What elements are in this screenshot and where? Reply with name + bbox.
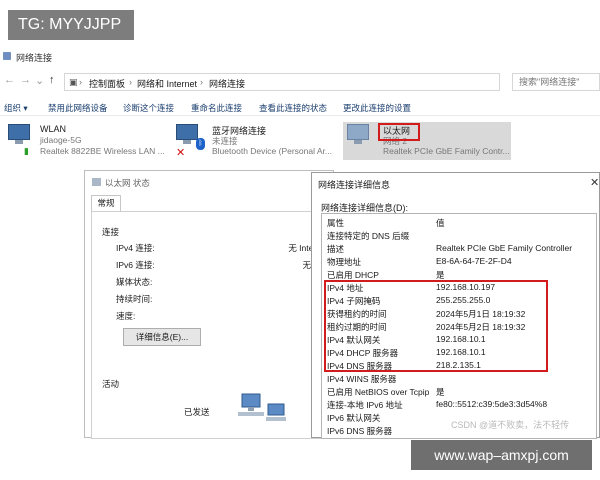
disable-device-button[interactable]: 禁用此网络设备 [48,102,108,114]
column-header-value: 值 [436,218,445,228]
breadcrumb-network-internet[interactable]: 网络和 Internet [137,77,197,90]
table-row: 连接特定的 DNS 后缀 [327,231,410,241]
watermark-bottom: www.wap–amxpj.com [411,440,592,470]
media-state-label: 媒体状态: [116,277,153,287]
dialog-title: 网络连接详细信息 [318,180,391,190]
network-status-icon [92,178,101,186]
details-button[interactable]: 详细信息(E)... [123,328,201,346]
breadcrumb-separator: › [79,77,82,87]
signal-bars-icon: ▮ [24,146,29,156]
title-bar: 网络连接 [0,46,600,66]
back-arrow-icon[interactable]: ← [4,74,15,86]
disconnected-x-icon: ✕ [176,147,186,159]
command-bar: 组织 ▾ 禁用此网络设备 诊断这个连接 重命名此连接 查看此连接的状态 更改此连… [0,98,600,116]
diagnose-button[interactable]: 诊断这个连接 [123,102,174,114]
watermark-csdn: CSDN @道不败卖，法不轻传 [451,420,570,430]
general-panel: 连接 IPv4 连接: 无 Internet IPv6 连接: 无网络 媒体状态… [91,211,329,439]
adapter-network: jidaoge-5G [40,135,82,145]
close-icon[interactable]: ✕ [590,176,599,189]
activity-header: 活动 [102,379,120,389]
adapter-bluetooth[interactable]: ✕ ᛒ 蓝牙网络连接 未连接 Bluetooth Device (Persona… [174,122,342,160]
connection-header: 连接 [102,227,120,237]
rename-button[interactable]: 重命名此连接 [191,102,242,114]
highlight-ip-info-box [324,280,548,372]
bluetooth-icon: ᛒ [196,138,205,150]
network-folder-icon [3,52,11,60]
ipv6-connectivity-label: IPv6 连接: [116,260,155,270]
change-settings-button[interactable]: 更改此连接的设置 [343,102,411,114]
breadcrumb-separator: › [129,77,132,87]
adapter-name: WLAN [40,124,67,134]
network-activity-icon [238,393,286,421]
duration-label: 持续时间: [116,294,153,304]
network-details-dialog: 网络连接详细信息 ✕ 网络连接详细信息(D): 属性 值 连接特定的 DNS 后… [311,172,600,439]
table-header: 属性 值 [322,216,596,228]
recent-locations-icon[interactable]: ⌄ [35,74,44,87]
table-row: 已启用 DHCP 是 [327,270,445,280]
dialog-title: 以太网 状态 [105,178,150,188]
breadcrumb-separator: › [200,77,203,87]
breadcrumb-network-connections[interactable]: 网络连接 [209,77,245,90]
watermark-top: TG: MYYJJPP [8,10,134,40]
view-status-button[interactable]: 查看此连接的状态 [259,102,327,114]
search-input[interactable]: 搜索"网络连接" [512,73,600,91]
details-table[interactable]: 属性 值 连接特定的 DNS 后缀 描述 Realtek PCIe GbE Fam… [321,213,597,439]
ipv4-connectivity-label: IPv4 连接: [116,243,155,253]
table-row: 连接-本地 IPv6 地址 fe80::5512:c39:5de3:3d54%8 [327,399,548,410]
breadcrumb-control-panel[interactable]: 控制面板 [89,77,125,90]
table-row: 描述 Realtek PCIe GbE Family Controller [327,243,573,254]
control-panel-icon: ▣ [69,77,78,87]
table-row: 已启用 NetBIOS over Tcpip 是 [327,387,445,397]
organize-menu[interactable]: 组织 ▾ [4,102,28,114]
window-title: 网络连接 [16,53,53,63]
tab-general[interactable]: 常规 [91,195,121,211]
adapter-device: Realtek PCIe GbE Family Contr... [383,146,510,156]
highlight-ethernet-box [378,123,420,141]
address-bar: ← → ⌄ ↑ ▣ › 控制面板 › 网络和 Internet › 网络连接 搜… [0,68,600,94]
adapter-wlan[interactable]: ▮ WLAN jidaoge-5G Realtek 8822BE Wireles… [4,122,168,160]
adapter-device: Bluetooth Device (Personal Ar... [212,146,333,156]
table-row: 物理地址 E8-6A-64-7E-2F-D4 [327,256,512,267]
up-arrow-icon[interactable]: ↑ [49,74,55,86]
sent-label: 已发送 [184,407,210,417]
table-row: IPv4 WINS 服务器 [327,374,397,384]
ethernet-status-dialog: 以太网 状态 常规 连接 IPv4 连接: 无 Internet IPv6 连接… [84,170,334,439]
forward-arrow-icon[interactable]: → [20,74,31,86]
network-adapter-icon [345,124,371,146]
adapter-ethernet[interactable]: 以太网 网络 2 Realtek PCIe GbE Family Contr..… [343,122,511,160]
column-header-property: 属性 [327,218,345,228]
speed-label: 速度: [116,311,136,321]
adapter-device: Realtek 8822BE Wireless LAN ... [40,146,165,156]
network-adapter-icon [6,124,32,146]
address-box[interactable]: ▣ › 控制面板 › 网络和 Internet › 网络连接 [64,73,500,91]
